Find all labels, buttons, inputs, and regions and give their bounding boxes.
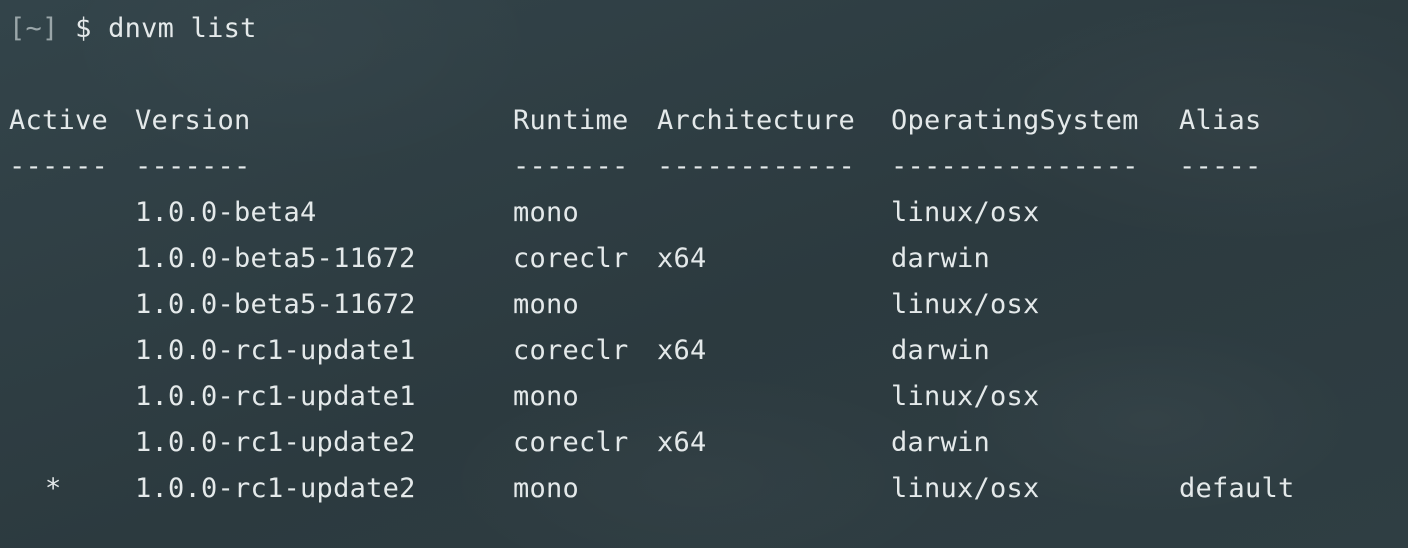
header-version: Version (135, 105, 251, 136)
runtime-cell: mono (513, 289, 580, 320)
alias-cell (1179, 328, 1319, 374)
header-runtime: Runtime (513, 105, 629, 136)
architecture-cell (657, 282, 891, 328)
prompt-bracket-close: ] (42, 13, 59, 44)
separator-operating-system: --------------- (891, 151, 1139, 182)
separator-version: ------- (135, 151, 251, 182)
runtime-cell: coreclr (513, 427, 629, 458)
header-operating-system: OperatingSystem (891, 105, 1139, 136)
table-row: 1.0.0-beta5-11672 coreclr x64 darwin (9, 236, 1408, 282)
terminal-window[interactable]: [~] $ dnvm list Active Version Runtime A… (0, 0, 1408, 548)
runtime-cell: coreclr (513, 335, 629, 366)
separator-runtime: ------- (513, 151, 629, 182)
separator-architecture: ------------ (657, 151, 856, 182)
table-separator-row: ------ ------- ------- ------------ ----… (9, 144, 1408, 190)
os-cell: linux/osx (891, 381, 1040, 412)
active-marker (9, 374, 135, 420)
os-cell: linux/osx (891, 473, 1040, 504)
os-cell: darwin (891, 243, 991, 274)
active-marker (9, 190, 135, 236)
version-cell: 1.0.0-rc1-update1 (135, 335, 416, 366)
table-row-active: * 1.0.0-rc1-update2 mono linux/osx defau… (9, 466, 1408, 512)
version-cell: 1.0.0-rc1-update2 (135, 473, 416, 504)
command-prompt-line: [~] $ dnvm list (9, 6, 1408, 52)
runtime-cell: mono (513, 381, 580, 412)
architecture-cell: x64 (657, 243, 707, 274)
header-active: Active (9, 105, 109, 136)
runtime-cell: mono (513, 473, 580, 504)
table-row: 1.0.0-beta4 mono linux/osx (9, 190, 1408, 236)
architecture-cell (657, 190, 891, 236)
architecture-cell: x64 (657, 427, 707, 458)
active-marker (9, 236, 135, 282)
version-cell: 1.0.0-rc1-update1 (135, 381, 416, 412)
alias-cell (1179, 420, 1319, 466)
os-cell: darwin (891, 335, 991, 366)
version-cell: 1.0.0-beta5-11672 (135, 289, 416, 320)
active-marker (9, 328, 135, 374)
table-row: 1.0.0-rc1-update2 coreclr x64 darwin (9, 420, 1408, 466)
runtime-cell: coreclr (513, 243, 629, 274)
header-architecture: Architecture (657, 105, 856, 136)
version-cell: 1.0.0-beta5-11672 (135, 243, 416, 274)
table-row: 1.0.0-rc1-update1 mono linux/osx (9, 374, 1408, 420)
os-cell: darwin (891, 427, 991, 458)
version-cell: 1.0.0-rc1-update2 (135, 427, 416, 458)
command-text: dnvm list (108, 13, 257, 44)
architecture-cell (657, 374, 891, 420)
alias-cell (1179, 374, 1319, 420)
os-cell: linux/osx (891, 197, 1040, 228)
header-alias: Alias (1179, 105, 1262, 136)
architecture-cell: x64 (657, 335, 707, 366)
version-cell: 1.0.0-beta4 (135, 197, 317, 228)
table-row: 1.0.0-rc1-update1 coreclr x64 darwin (9, 328, 1408, 374)
separator-alias: ----- (1179, 151, 1262, 182)
runtime-cell: mono (513, 197, 580, 228)
alias-cell: default (1179, 473, 1295, 504)
separator-active: ------ (9, 151, 109, 182)
os-cell: linux/osx (891, 289, 1040, 320)
alias-cell (1179, 190, 1319, 236)
table-row: 1.0.0-beta5-11672 mono linux/osx (9, 282, 1408, 328)
active-marker (9, 282, 135, 328)
active-marker: * (45, 473, 62, 504)
prompt-symbol: $ (75, 13, 92, 44)
prompt-bracket-open: [ (9, 13, 26, 44)
table-header-row: Active Version Runtime Architecture Oper… (9, 98, 1408, 144)
alias-cell (1179, 236, 1319, 282)
prompt-cwd: ~ (25, 13, 43, 44)
architecture-cell (657, 466, 891, 512)
alias-cell (1179, 282, 1319, 328)
active-marker (9, 420, 135, 466)
